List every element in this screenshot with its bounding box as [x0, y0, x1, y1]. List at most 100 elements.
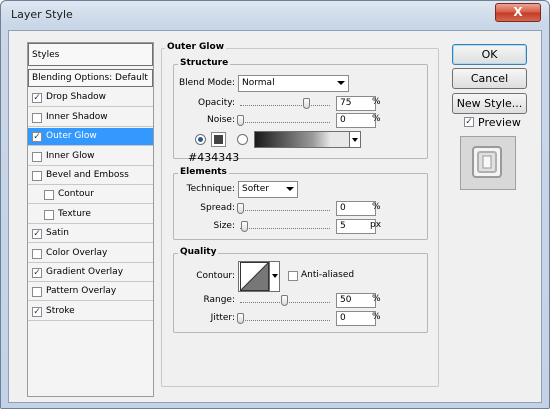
style-item-label: Pattern Overlay — [46, 286, 117, 297]
style-item-color-overlay[interactable]: Color Overlay — [28, 245, 153, 263]
panel-title: Outer Glow — [165, 42, 227, 52]
size-slider-track[interactable] — [240, 228, 330, 229]
style-item-label: Texture — [58, 208, 91, 219]
color-mode-radio[interactable] — [195, 134, 206, 145]
style-checkbox[interactable]: ✓ — [32, 229, 42, 240]
style-item-gradient-overlay[interactable]: ✓ Gradient Overlay — [28, 264, 153, 282]
opacity-slider-thumb[interactable] — [303, 98, 310, 109]
chevron-down-icon — [272, 274, 278, 278]
technique-dropdown[interactable]: Softer — [238, 181, 298, 198]
style-item-contour[interactable]: Contour — [28, 186, 153, 205]
style-item-pattern-overlay[interactable]: Pattern Overlay — [28, 283, 153, 302]
size-slider-thumb[interactable] — [241, 221, 248, 232]
structure-title: Structure — [178, 58, 231, 68]
spread-label: Spread: — [200, 203, 235, 213]
range-unit: % — [372, 294, 381, 304]
glow-color-hex-label: #434343 — [188, 151, 240, 164]
style-checkbox[interactable] — [32, 287, 42, 298]
anti-aliased-checkbox[interactable] — [288, 271, 298, 281]
style-checkbox[interactable] — [44, 209, 54, 220]
spread-slider-track[interactable] — [240, 210, 330, 211]
style-item-label: Gradient Overlay — [46, 267, 124, 277]
window-title: Layer Style — [11, 8, 73, 21]
noise-slider-thumb[interactable] — [237, 115, 244, 126]
preview-label: Preview — [478, 116, 521, 129]
style-checkbox[interactable] — [32, 171, 42, 181]
range-slider-thumb[interactable] — [281, 295, 288, 306]
jitter-slider-track[interactable] — [240, 320, 330, 321]
style-item-outer-glow[interactable]: ✓ Outer Glow — [28, 128, 153, 147]
style-item-inner-shadow[interactable]: Inner Shadow — [28, 109, 153, 127]
gradient-mode-radio[interactable] — [237, 134, 248, 145]
style-item-stroke[interactable]: ✓ Stroke — [28, 303, 153, 321]
opacity-field[interactable]: 75 — [336, 96, 376, 111]
style-item-inner-glow[interactable]: Inner Glow — [28, 148, 153, 166]
contour-picker[interactable] — [238, 261, 280, 292]
preview-thumbnail — [460, 136, 516, 190]
technique-label: Technique: — [186, 184, 235, 194]
close-button[interactable]: X — [495, 3, 541, 22]
size-unit: px — [370, 220, 382, 230]
glow-color-fill — [214, 135, 223, 144]
noise-unit: % — [372, 114, 381, 124]
technique-value: Softer — [242, 184, 269, 194]
anti-aliased-label: Anti-aliased — [301, 270, 355, 280]
cancel-button[interactable]: Cancel — [452, 68, 527, 89]
style-checkbox[interactable] — [32, 248, 42, 259]
noise-slider-track[interactable] — [240, 122, 330, 123]
style-checkbox[interactable]: ✓ — [32, 268, 42, 278]
style-item-styles[interactable]: Styles — [28, 43, 153, 66]
style-checkbox[interactable]: ✓ — [32, 306, 42, 317]
style-item-label: Styles — [32, 50, 60, 60]
style-checkbox[interactable] — [44, 190, 54, 201]
blend-mode-value: Normal — [242, 78, 275, 88]
size-label: Size: — [213, 221, 235, 231]
spread-field[interactable]: 0 — [336, 201, 376, 216]
range-label: Range: — [203, 295, 235, 305]
style-item-satin[interactable]: ✓ Satin — [28, 225, 153, 244]
style-item-label: Outer Glow — [46, 131, 97, 142]
glow-color-swatch[interactable] — [211, 132, 226, 147]
chevron-down-icon — [337, 81, 345, 85]
glow-gradient-picker[interactable] — [254, 131, 361, 148]
preview-glyph-icon — [472, 146, 502, 178]
style-item-label: Inner Glow — [46, 150, 95, 161]
style-checkbox[interactable]: ✓ — [32, 93, 42, 104]
style-item-drop-shadow[interactable]: ✓ Drop Shadow — [28, 89, 153, 108]
jitter-label: Jitter: — [210, 313, 235, 323]
blend-mode-label: Blend Mode: — [178, 78, 235, 88]
spread-unit: % — [372, 202, 381, 212]
jitter-field[interactable]: 0 — [336, 311, 376, 326]
jitter-slider-thumb[interactable] — [237, 313, 244, 324]
style-item-texture[interactable]: Texture — [28, 206, 153, 224]
elements-title: Elements — [178, 167, 229, 177]
style-item-label: Drop Shadow — [46, 92, 107, 103]
chevron-down-icon — [286, 187, 294, 191]
noise-field[interactable]: 0 — [336, 113, 376, 128]
spread-slider-thumb[interactable] — [237, 203, 244, 214]
style-checkbox[interactable] — [32, 151, 42, 162]
style-item-bevel-and-emboss[interactable]: Bevel and Emboss — [28, 167, 153, 185]
style-checkbox[interactable] — [32, 112, 42, 123]
contour-dropdown-arrow[interactable] — [269, 262, 279, 291]
quality-title: Quality — [178, 247, 219, 257]
style-item-label: Contour — [58, 189, 94, 200]
style-checkbox[interactable]: ✓ — [32, 132, 42, 143]
ok-button[interactable]: OK — [452, 44, 527, 65]
layer-style-dialog: Layer Style X Styles Blending Options: De… — [0, 0, 550, 409]
gradient-dropdown-arrow[interactable] — [349, 132, 360, 147]
preview-checkbox[interactable]: ✓ — [464, 117, 474, 127]
style-item-label: Color Overlay — [46, 247, 108, 258]
style-item-blending-options-default[interactable]: Blending Options: Default — [28, 69, 153, 87]
noise-label: Noise: — [207, 115, 235, 125]
range-field[interactable]: 50 — [336, 293, 376, 308]
opacity-label: Opacity: — [198, 98, 235, 108]
contour-label: Contour: — [196, 271, 235, 281]
new-style-button[interactable]: New Style... — [452, 93, 527, 114]
style-item-label: Bevel and Emboss — [46, 170, 129, 180]
contour-curve-icon — [240, 262, 269, 291]
blend-mode-dropdown[interactable]: Normal — [238, 75, 349, 92]
styles-list: Styles Blending Options: Default ✓ Drop Sha… — [27, 42, 154, 397]
style-item-label: Inner Shadow — [46, 111, 108, 122]
opacity-slider-track[interactable] — [240, 105, 330, 106]
